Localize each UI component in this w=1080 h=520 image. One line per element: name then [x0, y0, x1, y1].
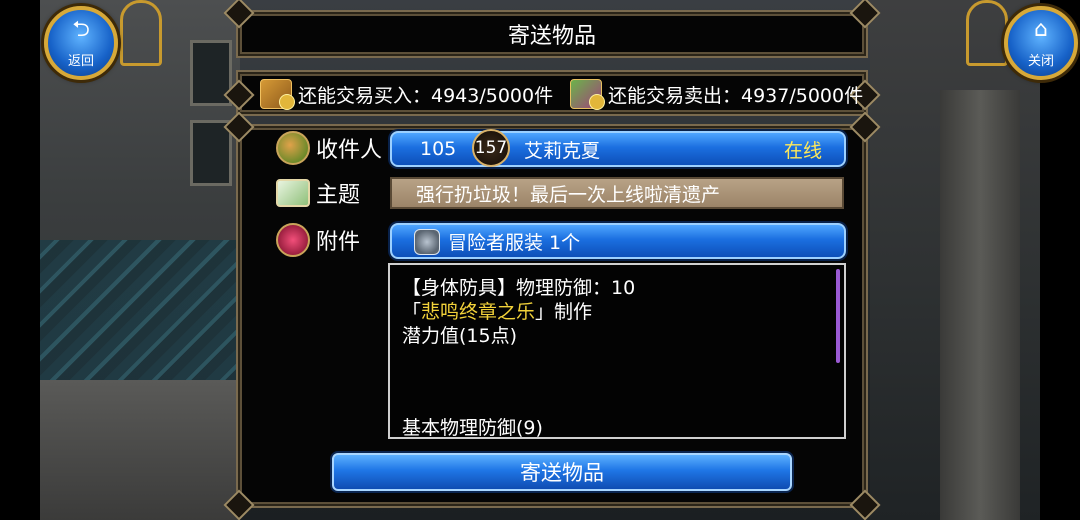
- description-line: 潜力值(15点): [402, 325, 518, 347]
- send-item-button[interactable]: 寄送物品: [332, 453, 792, 491]
- armor-icon: [414, 229, 440, 255]
- background-floor: [40, 240, 240, 380]
- recipient-status: 在线: [783, 139, 822, 162]
- description-bracket: 「: [402, 301, 422, 323]
- recipient-level-badge: 157: [472, 129, 510, 167]
- game-scene: ⮌ 返回 ⌂ 关闭 寄送物品 还能交易买入：4943/5000件 还能交易卖出：…: [0, 0, 1080, 520]
- subject-row-label: 主题: [276, 177, 360, 209]
- subject-label: 主题: [316, 183, 361, 208]
- maker-name: 悲鸣终章之乐: [421, 301, 536, 323]
- mail-icon: [276, 179, 310, 207]
- close-button-label: 关闭: [1027, 54, 1054, 69]
- recipient-level: 105: [420, 138, 457, 160]
- subject-input[interactable]: 强行扔垃圾！最后一次上线啦清遗产: [390, 177, 844, 209]
- recipient-row-label: 收件人: [276, 131, 382, 165]
- attachment-label: 附件: [316, 230, 361, 255]
- recipient-name: 艾莉克夏: [524, 139, 601, 162]
- item-description-box[interactable]: 【身体防具】物理防御：10 「悲鸣终章之乐」制作 潜力值(15点) 基本物理防御…: [388, 263, 846, 439]
- trade-limit-bar: 还能交易买入：4943/5000件 还能交易卖出：4937/5000件: [223, 70, 881, 116]
- treasure-chest-icon: [260, 79, 295, 110]
- back-button-label: 返回: [67, 54, 94, 69]
- people-icon: [276, 131, 310, 165]
- close-button-ornament: [966, 0, 1008, 66]
- gift-icon: [276, 223, 310, 257]
- attachment-item: 冒险者服装 1个: [448, 231, 581, 254]
- description-maker-suffix: 」制作: [535, 301, 593, 323]
- trade-sell-limit: 还能交易卖出：4937/5000件: [570, 79, 864, 110]
- merchant-stall-icon: [570, 79, 605, 110]
- trade-sell-label: 还能交易卖出：4937/5000件: [608, 84, 864, 107]
- attachment-selector[interactable]: 冒险者服装 1个: [390, 223, 846, 259]
- recipient-label: 收件人: [316, 138, 383, 163]
- background-pillar: [940, 90, 1020, 520]
- description-line: 【身体防具】物理防御：10: [402, 277, 636, 299]
- recipient-selector[interactable]: 105 157 艾莉克夏 在线: [390, 129, 846, 167]
- description-line: 基本物理防御(9): [402, 417, 543, 439]
- page-title: 寄送物品: [507, 24, 596, 49]
- close-button[interactable]: ⌂ 关闭: [1004, 6, 1078, 80]
- description-maker-line: 「悲鸣终章之乐」制作: [402, 297, 592, 324]
- attachment-row-label: 附件: [276, 223, 360, 257]
- back-button-ornament: [120, 0, 162, 66]
- title-bar: 寄送物品: [223, 0, 881, 58]
- description-scrollbar[interactable]: [836, 269, 840, 363]
- trade-buy-limit: 还能交易买入：4943/5000件: [260, 79, 554, 110]
- trade-buy-label: 还能交易买入：4943/5000件: [298, 84, 554, 107]
- home-icon: ⌂: [1034, 17, 1048, 42]
- back-button[interactable]: ⮌ 返回: [44, 6, 118, 80]
- back-arrow-icon: ⮌: [72, 17, 90, 42]
- left-letterbox: [0, 0, 40, 520]
- background-steps: [40, 380, 240, 520]
- background-right-building: [870, 0, 1040, 520]
